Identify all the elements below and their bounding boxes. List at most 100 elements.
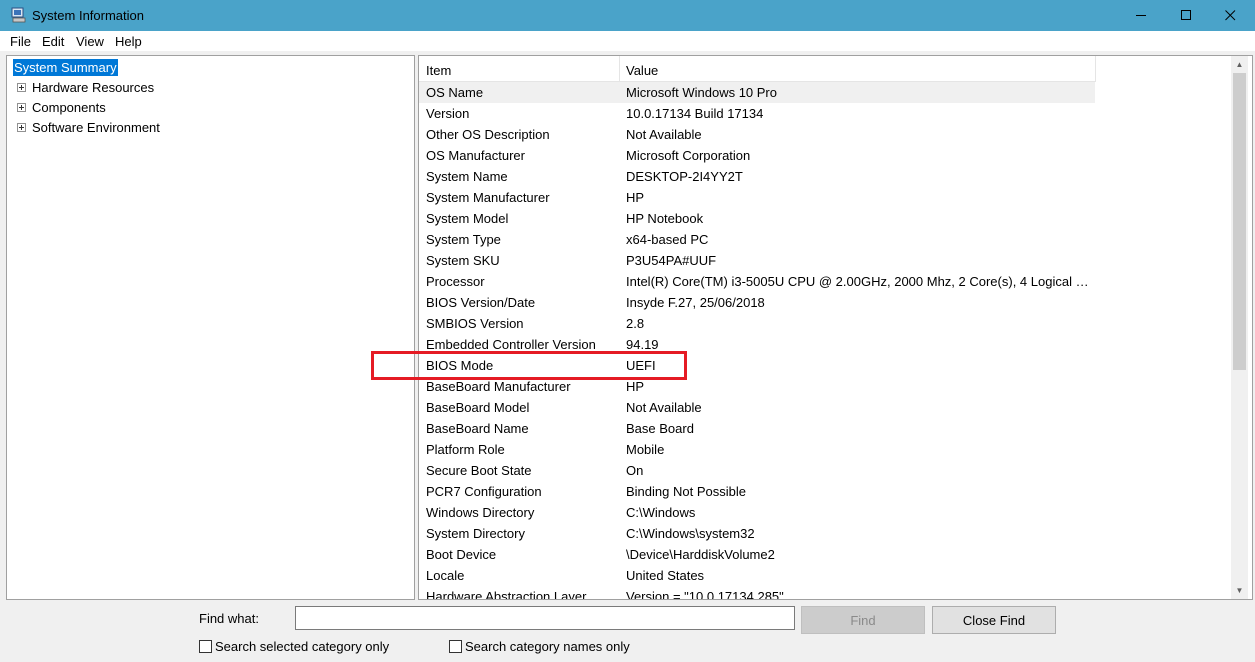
expand-icon[interactable]	[17, 103, 26, 112]
item-cell: System Type	[426, 232, 501, 247]
tree-item-software-environment[interactable]: Software Environment	[7, 119, 407, 137]
value-cell: Not Available	[626, 127, 702, 142]
table-row[interactable]: Boot Device \Device\HarddiskVolume2	[419, 544, 1239, 565]
column-header-item[interactable]: Item	[426, 63, 451, 78]
table-row[interactable]: System Model HP Notebook	[419, 208, 1239, 229]
title-bar: System Information	[0, 0, 1255, 31]
value-cell: DESKTOP-2I4YY2T	[626, 169, 743, 184]
table-row[interactable]: BIOS Version/Date Insyde F.27, 25/06/2018	[419, 292, 1239, 313]
minimize-button[interactable]	[1118, 0, 1164, 31]
table-row[interactable]: System Manufacturer HP	[419, 187, 1239, 208]
tree-item-hardware-resources[interactable]: Hardware Resources	[7, 79, 407, 97]
column-divider[interactable]	[619, 56, 620, 82]
table-row[interactable]: System SKU P3U54PA#UUF	[419, 250, 1239, 271]
maximize-icon	[1180, 10, 1191, 20]
value-cell: HP	[626, 379, 645, 394]
value-cell: Not Available	[626, 400, 702, 415]
find-input[interactable]	[295, 606, 795, 630]
table-row[interactable]: Other OS Description Not Available	[419, 124, 1239, 145]
value-cell: \Device\HarddiskVolume2	[626, 547, 775, 562]
table-row[interactable]: System Directory C:\Windows\system32	[419, 523, 1239, 544]
menu-help[interactable]: Help	[115, 34, 142, 49]
item-cell: BIOS Version/Date	[426, 295, 536, 310]
value-cell: C:\Windows\system32	[626, 526, 755, 541]
item-cell: Other OS Description	[426, 127, 550, 142]
maximize-button[interactable]	[1163, 0, 1209, 31]
item-cell: Platform Role	[426, 442, 505, 457]
table-row[interactable]: OS Name Microsoft Windows 10 Pro	[419, 82, 1095, 103]
close-icon	[1224, 10, 1235, 21]
find-bar: Find what: Find Close Find Search select…	[0, 600, 1255, 662]
column-divider[interactable]	[1095, 56, 1096, 82]
table-row[interactable]: BaseBoard Name Base Board	[419, 418, 1239, 439]
item-cell: System Name	[426, 169, 508, 184]
table-row[interactable]: Processor Intel(R) Core(TM) i3-5005U CPU …	[419, 271, 1239, 292]
checkbox-label: Search category names only	[465, 639, 630, 654]
list-rows: OS Name Microsoft Windows 10 Pro Version 10…	[419, 82, 1239, 600]
table-row[interactable]: PCR7 Configuration Binding Not Possible	[419, 481, 1239, 502]
value-cell: 2.8	[626, 316, 645, 331]
value-cell: Microsoft Corporation	[626, 148, 751, 163]
item-cell: System Directory	[426, 526, 525, 541]
details-list[interactable]: Item Value OS Name Microsoft Windows 10 P…	[418, 55, 1253, 600]
find-button[interactable]: Find	[801, 606, 925, 634]
table-row[interactable]: System Name DESKTOP-2I4YY2T	[419, 166, 1239, 187]
checkbox-label: Search selected category only	[215, 639, 390, 654]
item-cell: Locale	[426, 568, 465, 583]
scroll-up-icon[interactable]: ▲	[1231, 56, 1248, 73]
highlight-annotation-box	[371, 351, 687, 380]
value-cell: Microsoft Windows 10 Pro	[626, 85, 777, 100]
tree-item-label: Components	[32, 100, 106, 115]
tree-item-system-summary[interactable]: System Summary	[13, 59, 118, 76]
value-cell: Version = "10.0.17134.285"	[626, 589, 784, 600]
table-row[interactable]: SMBIOS Version 2.8	[419, 313, 1239, 334]
scroll-down-icon[interactable]: ▼	[1231, 582, 1248, 599]
table-row[interactable]: Version 10.0.17134 Build 17134	[419, 103, 1239, 124]
value-cell: On	[626, 463, 644, 478]
column-header-value[interactable]: Value	[626, 63, 658, 78]
table-row[interactable]: System Type x64-based PC	[419, 229, 1239, 250]
menu-file[interactable]: File	[10, 34, 31, 49]
menu-bar: File Edit View Help	[0, 31, 1255, 51]
item-cell: Hardware Abstraction Layer	[426, 589, 587, 600]
table-row[interactable]: Secure Boot State On	[419, 460, 1239, 481]
table-row[interactable]: Locale United States	[419, 565, 1239, 586]
value-cell: Insyde F.27, 25/06/2018	[626, 295, 765, 310]
system-information-icon	[11, 7, 26, 23]
scroll-thumb[interactable]	[1233, 73, 1246, 370]
table-row[interactable]: BaseBoard Model Not Available	[419, 397, 1239, 418]
tree-item-label: Software Environment	[32, 120, 160, 135]
value-cell: HP Notebook	[626, 211, 704, 226]
close-button[interactable]	[1207, 0, 1253, 31]
expand-icon[interactable]	[17, 123, 26, 132]
item-cell: Version	[426, 106, 470, 121]
category-tree[interactable]: System Summary Hardware Resources Compon…	[6, 55, 415, 600]
checkbox-box[interactable]	[449, 640, 462, 653]
menu-edit[interactable]: Edit	[42, 34, 64, 49]
table-row[interactable]: OS Manufacturer Microsoft Corporation	[419, 145, 1239, 166]
table-row[interactable]: Hardware Abstraction Layer Version = "10.…	[419, 586, 1239, 600]
tree-item-components[interactable]: Components	[7, 99, 407, 117]
item-cell: System SKU	[426, 253, 500, 268]
checkbox-box[interactable]	[199, 640, 212, 653]
window-title: System Information	[32, 8, 144, 23]
menu-view[interactable]: View	[76, 34, 104, 49]
table-row[interactable]: Windows Directory C:\Windows	[419, 502, 1239, 523]
find-what-label: Find what:	[199, 611, 259, 626]
item-cell: Windows Directory	[426, 505, 535, 520]
item-cell: PCR7 Configuration	[426, 484, 542, 499]
value-cell: x64-based PC	[626, 232, 709, 247]
value-cell: Binding Not Possible	[626, 484, 746, 499]
item-cell: OS Manufacturer	[426, 148, 525, 163]
search-selected-category-checkbox[interactable]: Search selected category only	[199, 639, 399, 655]
value-cell: 94.19	[626, 337, 659, 352]
search-category-names-checkbox[interactable]: Search category names only	[449, 639, 649, 655]
table-row[interactable]: Platform Role Mobile	[419, 439, 1239, 460]
expand-icon[interactable]	[17, 83, 26, 92]
value-cell: United States	[626, 568, 705, 583]
value-cell: Mobile	[626, 442, 665, 457]
close-find-button[interactable]: Close Find	[932, 606, 1056, 634]
value-cell: Intel(R) Core(TM) i3-5005U CPU @ 2.00GHz…	[626, 274, 1091, 289]
value-cell: UEFI	[626, 358, 656, 373]
vertical-scrollbar[interactable]: ▲ ▼	[1231, 56, 1248, 599]
